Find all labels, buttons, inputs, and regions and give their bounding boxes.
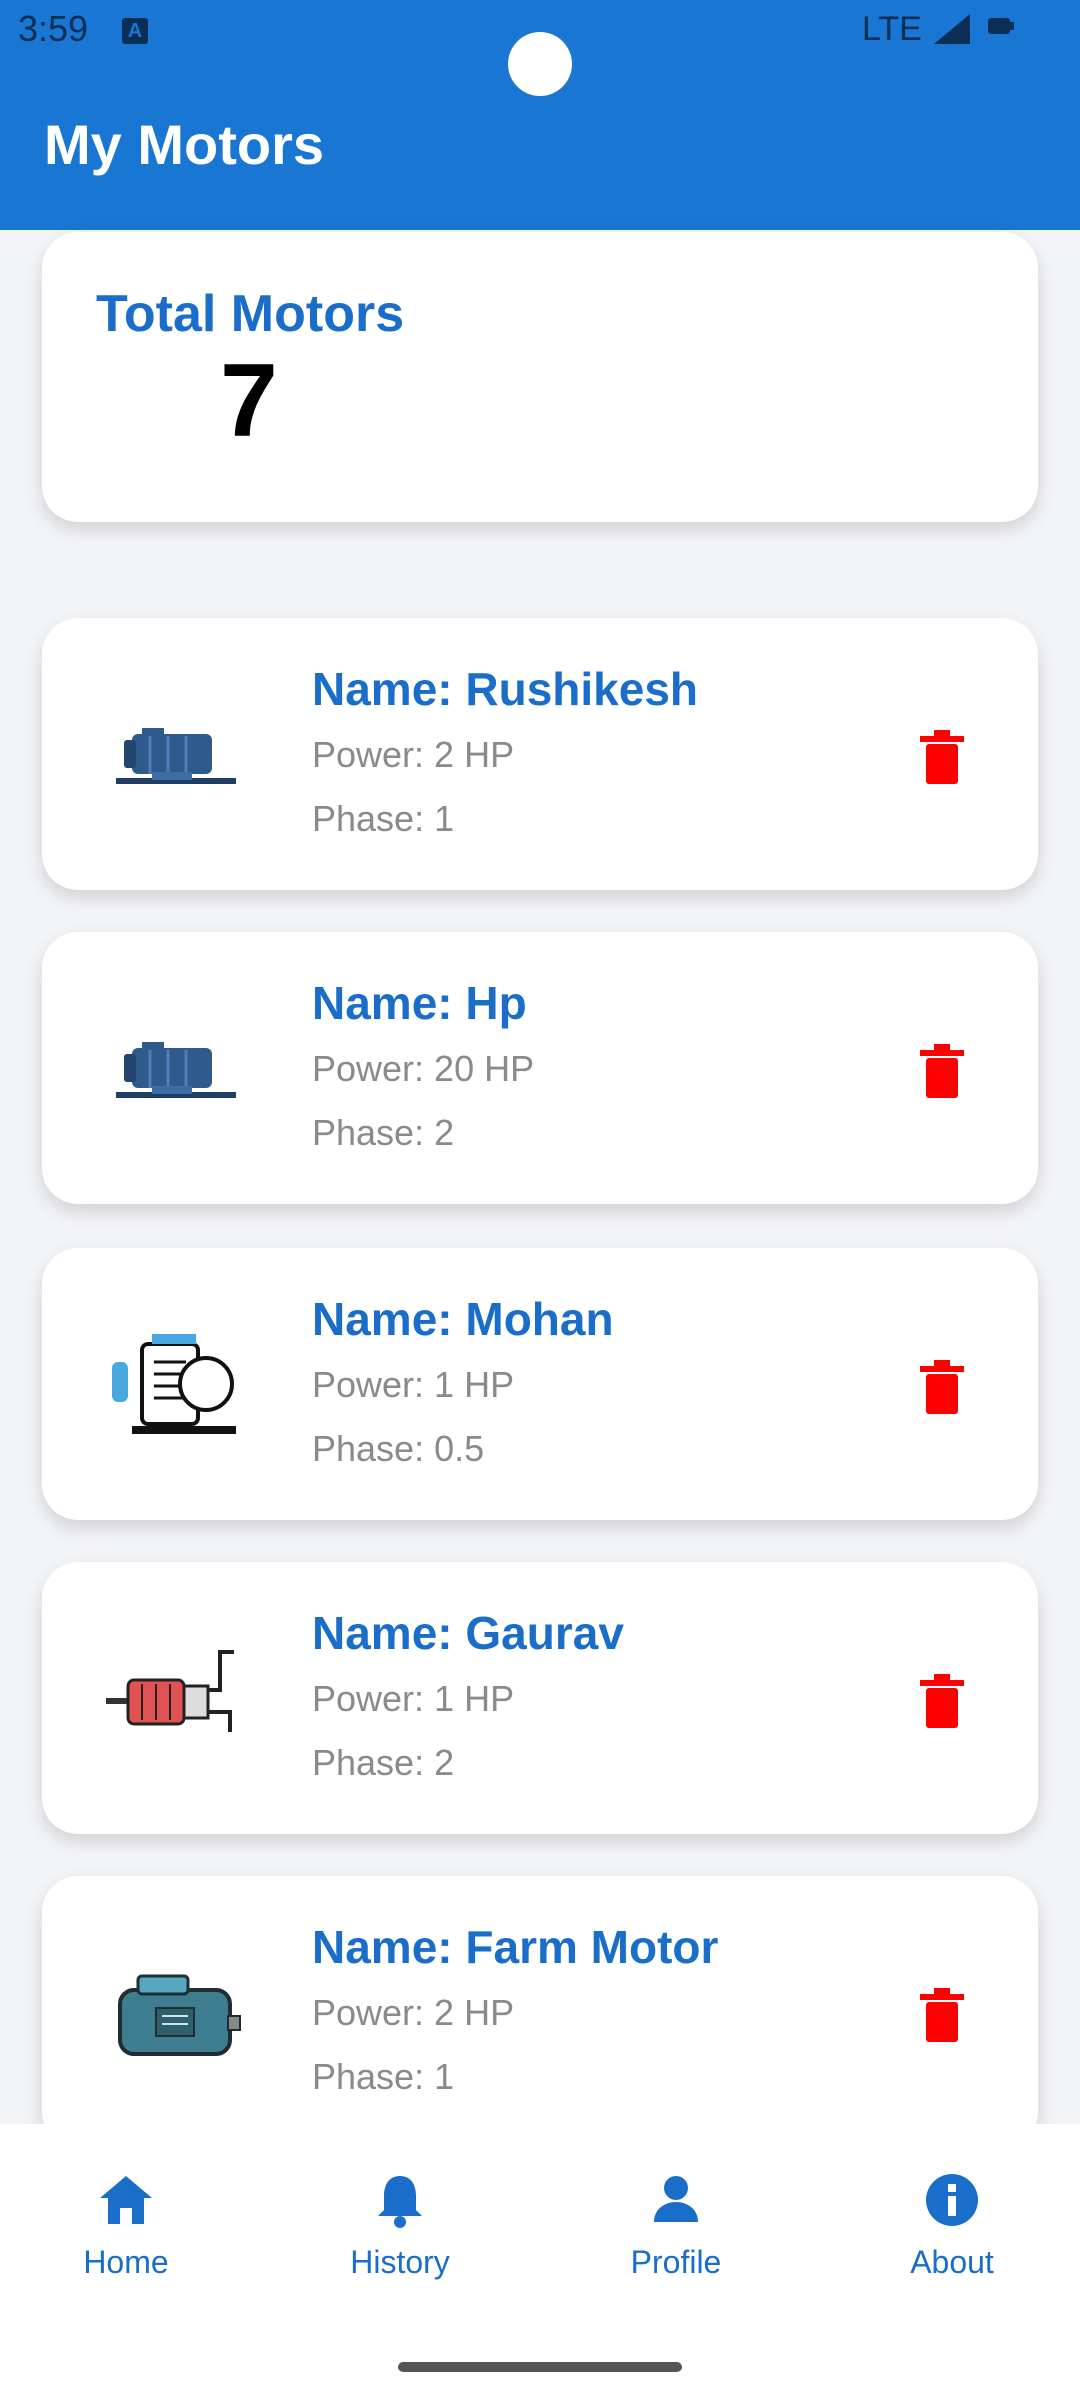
total-motors-label: Total Motors — [96, 285, 405, 343]
nav-about-label: About — [910, 2244, 994, 2280]
home-icon — [100, 2176, 152, 2224]
info-icon — [926, 2174, 978, 2226]
motor-phase: Phase: 1 — [312, 2056, 455, 2097]
motor-card[interactable]: Name: Gaurav Power: 1 HP Phase: 2 — [42, 1562, 1038, 1834]
motor-name: Name: Farm Motor — [312, 1921, 719, 1973]
battery-icon — [988, 18, 1014, 34]
motor-power: Power: 1 HP — [312, 1678, 515, 1719]
motor-name: Name: Gaurav — [312, 1607, 624, 1659]
nav-profile[interactable]: Profile — [576, 2168, 776, 2308]
delete-icon[interactable] — [908, 1982, 976, 2050]
status-time: 3:59 — [18, 8, 89, 49]
bottom-navigation: Home History Profile About — [0, 2124, 1080, 2400]
motor-phase: Phase: 0.5 — [312, 1428, 485, 1469]
motor-name: Name: Mohan — [312, 1293, 614, 1345]
motor-card[interactable]: Name: Hp Power: 20 HP Phase: 2 — [42, 932, 1038, 1204]
bell-icon — [378, 2176, 422, 2228]
signal-icon — [934, 14, 970, 44]
motor-phase: Phase: 2 — [312, 1112, 455, 1153]
delete-icon[interactable] — [908, 724, 976, 792]
pump-motor-icon — [116, 1042, 236, 1098]
motor-power: Power: 20 HP — [312, 1048, 535, 1089]
total-motors-count: 7 — [220, 343, 278, 459]
home-indicator[interactable] — [398, 2362, 682, 2372]
total-motors-card: Total Motors 7 — [42, 232, 1038, 522]
pump-motor-icon — [116, 728, 236, 784]
nav-home[interactable]: Home — [26, 2168, 226, 2308]
delete-icon[interactable] — [908, 1038, 976, 1106]
motor-card[interactable]: Name: Farm Motor Power: 2 HP Phase: 1 — [42, 1876, 1038, 2148]
red-pump-icon — [106, 1650, 234, 1732]
nav-profile-label: Profile — [630, 2244, 722, 2280]
page-title: My Motors — [44, 113, 324, 176]
motor-name: Name: Rushikesh — [312, 663, 699, 715]
electric-motor-line-icon — [112, 1334, 236, 1434]
motor-phase: Phase: 2 — [312, 1742, 455, 1783]
motor-name: Name: Hp — [312, 977, 527, 1029]
motor-power: Power: 2 HP — [312, 1992, 515, 2033]
app-notification-icon: A — [122, 18, 148, 44]
motor-card[interactable]: Name: Mohan Power: 1 HP Phase: 0.5 — [42, 1248, 1038, 1520]
motor-power: Power: 2 HP — [312, 734, 515, 775]
person-icon — [654, 2176, 698, 2222]
nav-history[interactable]: History — [300, 2168, 500, 2308]
delete-icon[interactable] — [908, 1354, 976, 1422]
nav-home-label: Home — [83, 2244, 169, 2280]
motor-power: Power: 1 HP — [312, 1364, 515, 1405]
nav-about[interactable]: About — [852, 2168, 1052, 2308]
status-network: LTE — [862, 10, 922, 48]
motor-card[interactable]: Name: Rushikesh Power: 2 HP Phase: 1 — [42, 618, 1038, 890]
motor-phase: Phase: 1 — [312, 798, 455, 839]
delete-icon[interactable] — [908, 1668, 976, 1736]
teal-motor-icon — [118, 1974, 241, 2056]
app-bar: 3:59 A LTE My Motors — [0, 0, 1080, 230]
camera-cutout — [508, 32, 572, 96]
nav-history-label: History — [350, 2244, 450, 2280]
